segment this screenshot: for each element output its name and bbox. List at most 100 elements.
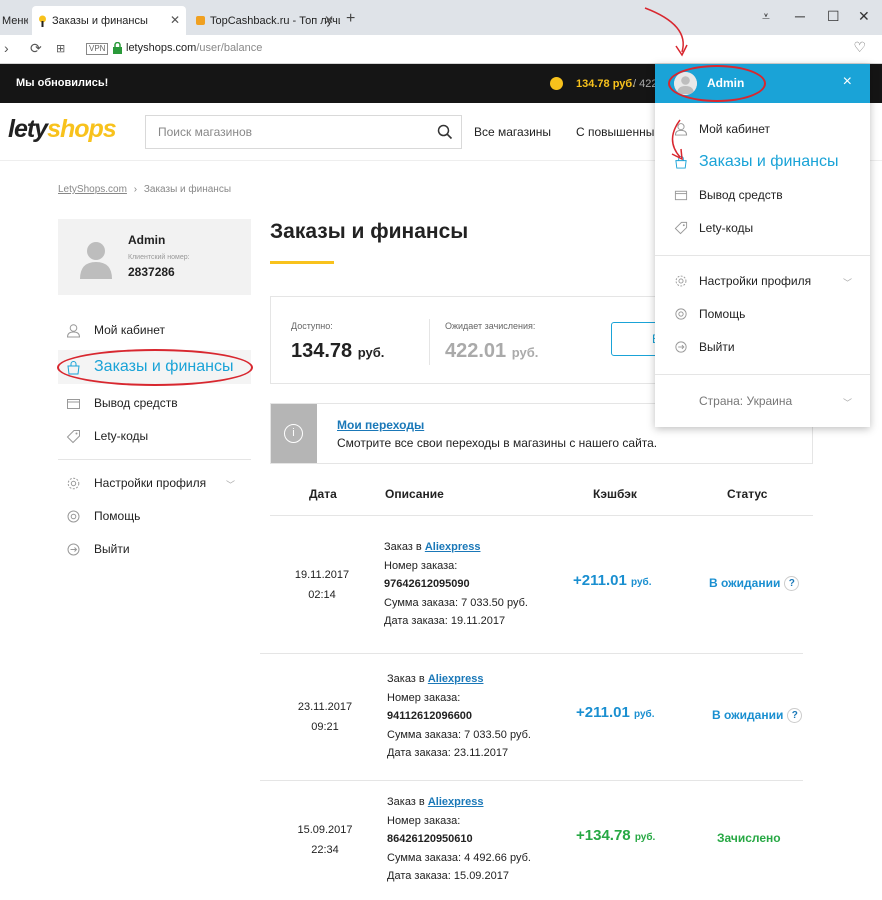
sidebar-item-settings[interactable]: Настройки профиля ﹀ [66,473,236,493]
client-number: 2837286 [128,265,175,279]
order-date-cell: 23.11.2017 09:21 [285,697,365,737]
shop-link[interactable]: Aliexpress [428,796,484,808]
url-host: letyshops.com [126,42,197,54]
balance-divider [429,319,430,365]
letyshops-favicon-icon [39,15,46,27]
sidebar-item-withdraw[interactable]: Вывод средств [66,393,178,413]
dropdown-item-my-cabinet[interactable]: Мой кабинет [674,119,770,139]
tab-title: Меню [2,14,28,27]
order-date-cell: 15.09.2017 22:34 [285,820,365,860]
gear-icon [67,477,80,489]
coin-icon [550,77,563,90]
annotation-highlight-ellipse [668,65,766,102]
new-tab-button[interactable]: + [346,10,355,28]
close-icon[interactable]: × [843,73,852,91]
lifebuoy-icon [675,308,687,320]
order-date: 15.09.2017 [297,824,353,836]
order-prefix: Заказ в [387,796,425,808]
tag-icon [674,221,688,235]
address-bar: › ⟳ ⊞ VPN letyshops.com/user/balance ♡ [0,35,882,64]
avatar [80,242,112,279]
order-number: 86426120950610 [387,833,473,845]
vpn-badge[interactable]: VPN [86,43,109,55]
forward-icon[interactable]: › [4,40,9,56]
reload-icon[interactable]: ⟳ [30,40,42,57]
pending-amount: 422.01 [445,340,507,362]
breadcrumb-current: Заказы и финансы [143,184,232,195]
cashback-amount: +211.01 руб. [573,572,651,593]
help-question-icon[interactable]: ? [787,707,803,723]
dropdown-item-label: Lety-коды [699,221,754,235]
downloads-icon[interactable]: ⩡ [762,8,770,25]
close-tab-icon[interactable]: ✕ [170,13,180,27]
bookmark-heart-icon[interactable]: ♡ [853,39,866,56]
sidebar-item-lety-codes[interactable]: Lety-коды [66,426,148,446]
browser-tab-bar: Меню Заказы и финансы ✕ TopCashback.ru -… [0,0,882,35]
sidebar-item-my-cabinet[interactable]: Мой кабинет [66,320,165,340]
browser-tab-active[interactable]: Заказы и финансы ✕ [32,6,186,35]
shop-link[interactable]: Aliexpress [428,673,484,685]
url-field[interactable]: letyshops.com/user/balance [126,42,262,54]
search-input[interactable] [146,116,416,148]
order-number-label: Номер заказа: [387,691,461,704]
account-dropdown: Admin × Мой кабинет Заказы и финансы Выв… [655,64,870,427]
status-badge: В ожидании? [709,574,800,593]
gear-icon [675,275,687,287]
order-prefix: Заказ в [384,541,422,553]
order-date: 23.11.2017 [297,701,353,713]
dropdown-item-logout[interactable]: Выйти [674,337,735,357]
browser-tab-menu[interactable]: Меню [0,6,28,35]
breadcrumb-home[interactable]: LetyShops.com [58,184,127,195]
dropdown-item-withdraw[interactable]: Вывод средств [674,185,783,205]
my-transitions-link[interactable]: Мои переходы [337,418,424,432]
order-placed-date: Дата заказа: 23.11.2017 [387,747,509,759]
chevron-down-icon: ﹀ [842,278,852,288]
status-badge: В ожидании? [712,706,803,725]
title-underline [270,261,334,264]
tab-title: TopCashback.ru - Топ лучш [210,14,340,27]
search-icon[interactable] [437,124,453,140]
order-number-label: Номер заказа: [387,814,461,827]
dropdown-item-label: Заказы и финансы [699,153,839,170]
close-tab-icon[interactable]: ✕ [324,13,334,27]
pending-label: Ожидает зачисления: [445,321,536,331]
nav-all-shops[interactable]: Все магазины [474,125,551,139]
order-sum: Сумма заказа: 7 033.50 руб. [384,596,528,609]
table-header-divider [270,515,813,516]
dropdown-item-lety-codes[interactable]: Lety-коды [674,218,753,238]
close-window-icon[interactable]: ✕ [858,8,870,25]
letyshops-logo[interactable]: letyshops [8,115,117,144]
client-number-label: Клиентский номер: [128,254,190,261]
order-time: 22:34 [311,844,339,856]
row-divider [260,780,803,781]
sidebar-item-help[interactable]: Помощь [66,506,140,526]
lifebuoy-icon [67,510,80,522]
grid-icon[interactable]: ⊞ [56,42,65,55]
available-value: 134.78 руб. [291,340,384,363]
country-selector[interactable]: Страна: Украина [699,394,792,408]
cashback-value: +211.01 [573,572,627,589]
update-notice[interactable]: Мы обновились! [16,77,108,89]
tab-title: Заказы и финансы [52,14,148,27]
dropdown-item-orders[interactable]: Заказы и финансы [674,152,838,172]
search-box [145,115,462,149]
dropdown-item-settings[interactable]: Настройки профиля [674,271,811,291]
nav-increased-cashback[interactable]: С повышенны [576,125,654,139]
info-icon-block: i [271,404,317,463]
logout-icon [67,543,80,555]
topcashback-favicon-icon [196,15,205,25]
shop-link[interactable]: Aliexpress [425,541,481,553]
browser-tab-topcashback[interactable]: TopCashback.ru - Топ лучш ✕ [190,6,340,35]
help-question-icon[interactable]: ? [784,575,800,591]
dropdown-item-help[interactable]: Помощь [674,304,745,324]
sidebar-item-logout[interactable]: Выйти [66,539,130,559]
chevron-down-icon: ﹀ [226,480,236,490]
order-number-label: Номер заказа: [384,559,458,572]
dropdown-item-label: Помощь [699,307,746,321]
maximize-icon[interactable]: ☐ [827,8,840,25]
pending-value: 422.01 руб. [445,340,538,363]
minimize-icon[interactable]: ─ [795,8,805,24]
sidebar-item-label: Настройки профиля [94,476,207,490]
sidebar-divider [58,459,251,460]
column-header-description: Описание [385,487,444,501]
